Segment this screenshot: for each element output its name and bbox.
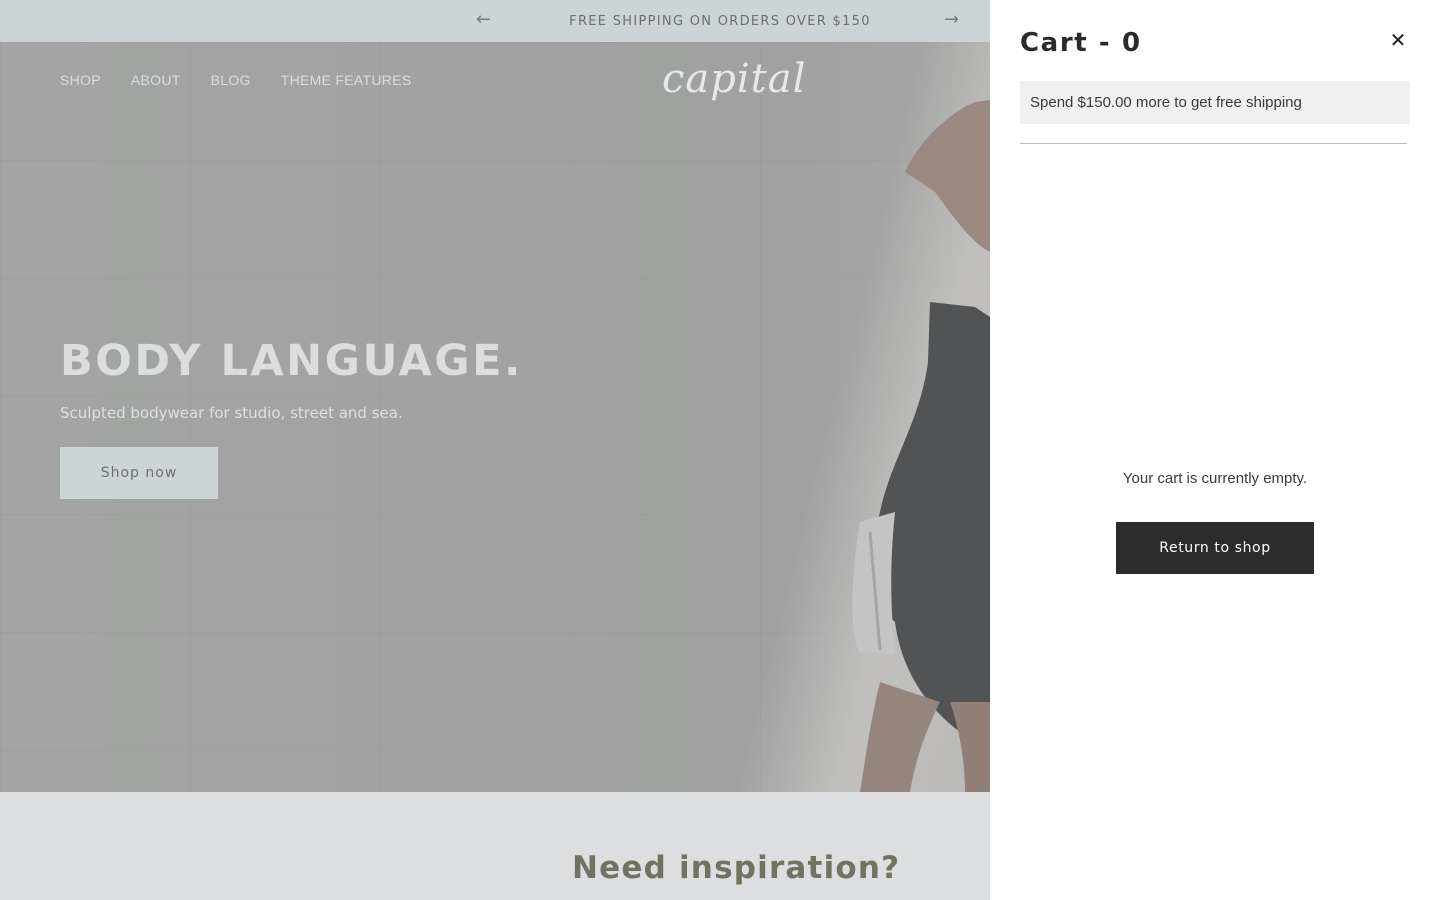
return-to-shop-button[interactable]: Return to shop <box>1116 522 1314 574</box>
cart-drawer: Cart - 0 ✕ Spend $150.00 more to get fre… <box>990 0 1440 900</box>
close-icon[interactable]: ✕ <box>1386 28 1410 52</box>
cart-title: Cart - 0 <box>1020 28 1142 58</box>
free-shipping-message: Spend $150.00 more to get free shipping <box>1020 81 1410 124</box>
page-dim-overlay[interactable] <box>0 0 990 900</box>
cart-empty-message: Your cart is currently empty. <box>1122 470 1308 487</box>
cart-divider <box>1020 143 1407 144</box>
